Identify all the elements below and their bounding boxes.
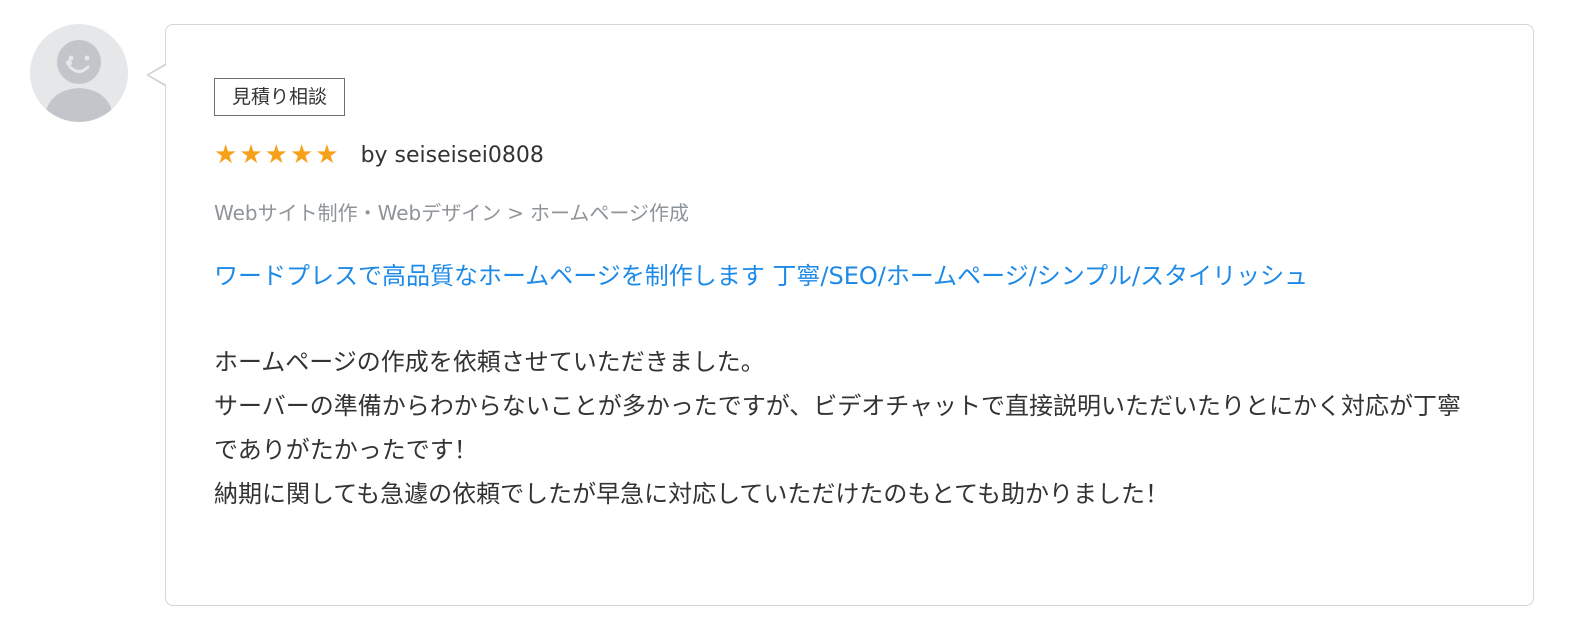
category-parent: Webサイト制作・Webデザイン [214, 201, 502, 225]
service-title-link[interactable]: ワードプレスで高品質なホームページを制作します 丁寧/SEO/ホームページ/シン… [214, 253, 1474, 299]
category-child: ホームページ作成 [529, 201, 689, 225]
star-icon: ★ [289, 140, 314, 170]
review-body: ホームページの作成を依頼させていただきました。 サーバーの準備からわからないこと… [214, 340, 1484, 516]
category-breadcrumb: Webサイト制作・Webデザイン > ホームページ作成 [214, 197, 689, 226]
star-rating: ★ ★ ★ ★ ★ [214, 142, 339, 168]
default-user-avatar-icon [44, 40, 114, 122]
star-icon: ★ [239, 140, 263, 170]
review-body-line: サーバーの準備からわからないことが多かったですが、ビデオチャットで直接説明いただ… [214, 392, 1462, 464]
estimate-consultation-tag: 見積り相談 [214, 78, 346, 116]
star-icon: ★ [315, 140, 339, 170]
review-bubble: 見積り相談 ★ ★ ★ ★ ★ by seiseisei0808 Webサイト制… [146, 24, 1534, 606]
breadcrumb-separator: > [507, 201, 524, 225]
review-body-line: 納期に関しても急遽の依頼でしたが早急に対応していただけたのもとても助かりました！ [214, 480, 1169, 508]
star-icon: ★ [264, 140, 288, 170]
user-avatar-icon[interactable] [30, 24, 128, 122]
reviewer-name: by seiseisei0808 [360, 142, 544, 168]
rating-row: ★ ★ ★ ★ ★ by seiseisei0808 [214, 138, 544, 172]
review-card: 見積り相談 ★ ★ ★ ★ ★ by seiseisei0808 Webサイト制… [0, 0, 1582, 636]
review-body-line: ホームページの作成を依頼させていただきました。 [214, 348, 765, 376]
star-icon: ★ [214, 140, 238, 170]
